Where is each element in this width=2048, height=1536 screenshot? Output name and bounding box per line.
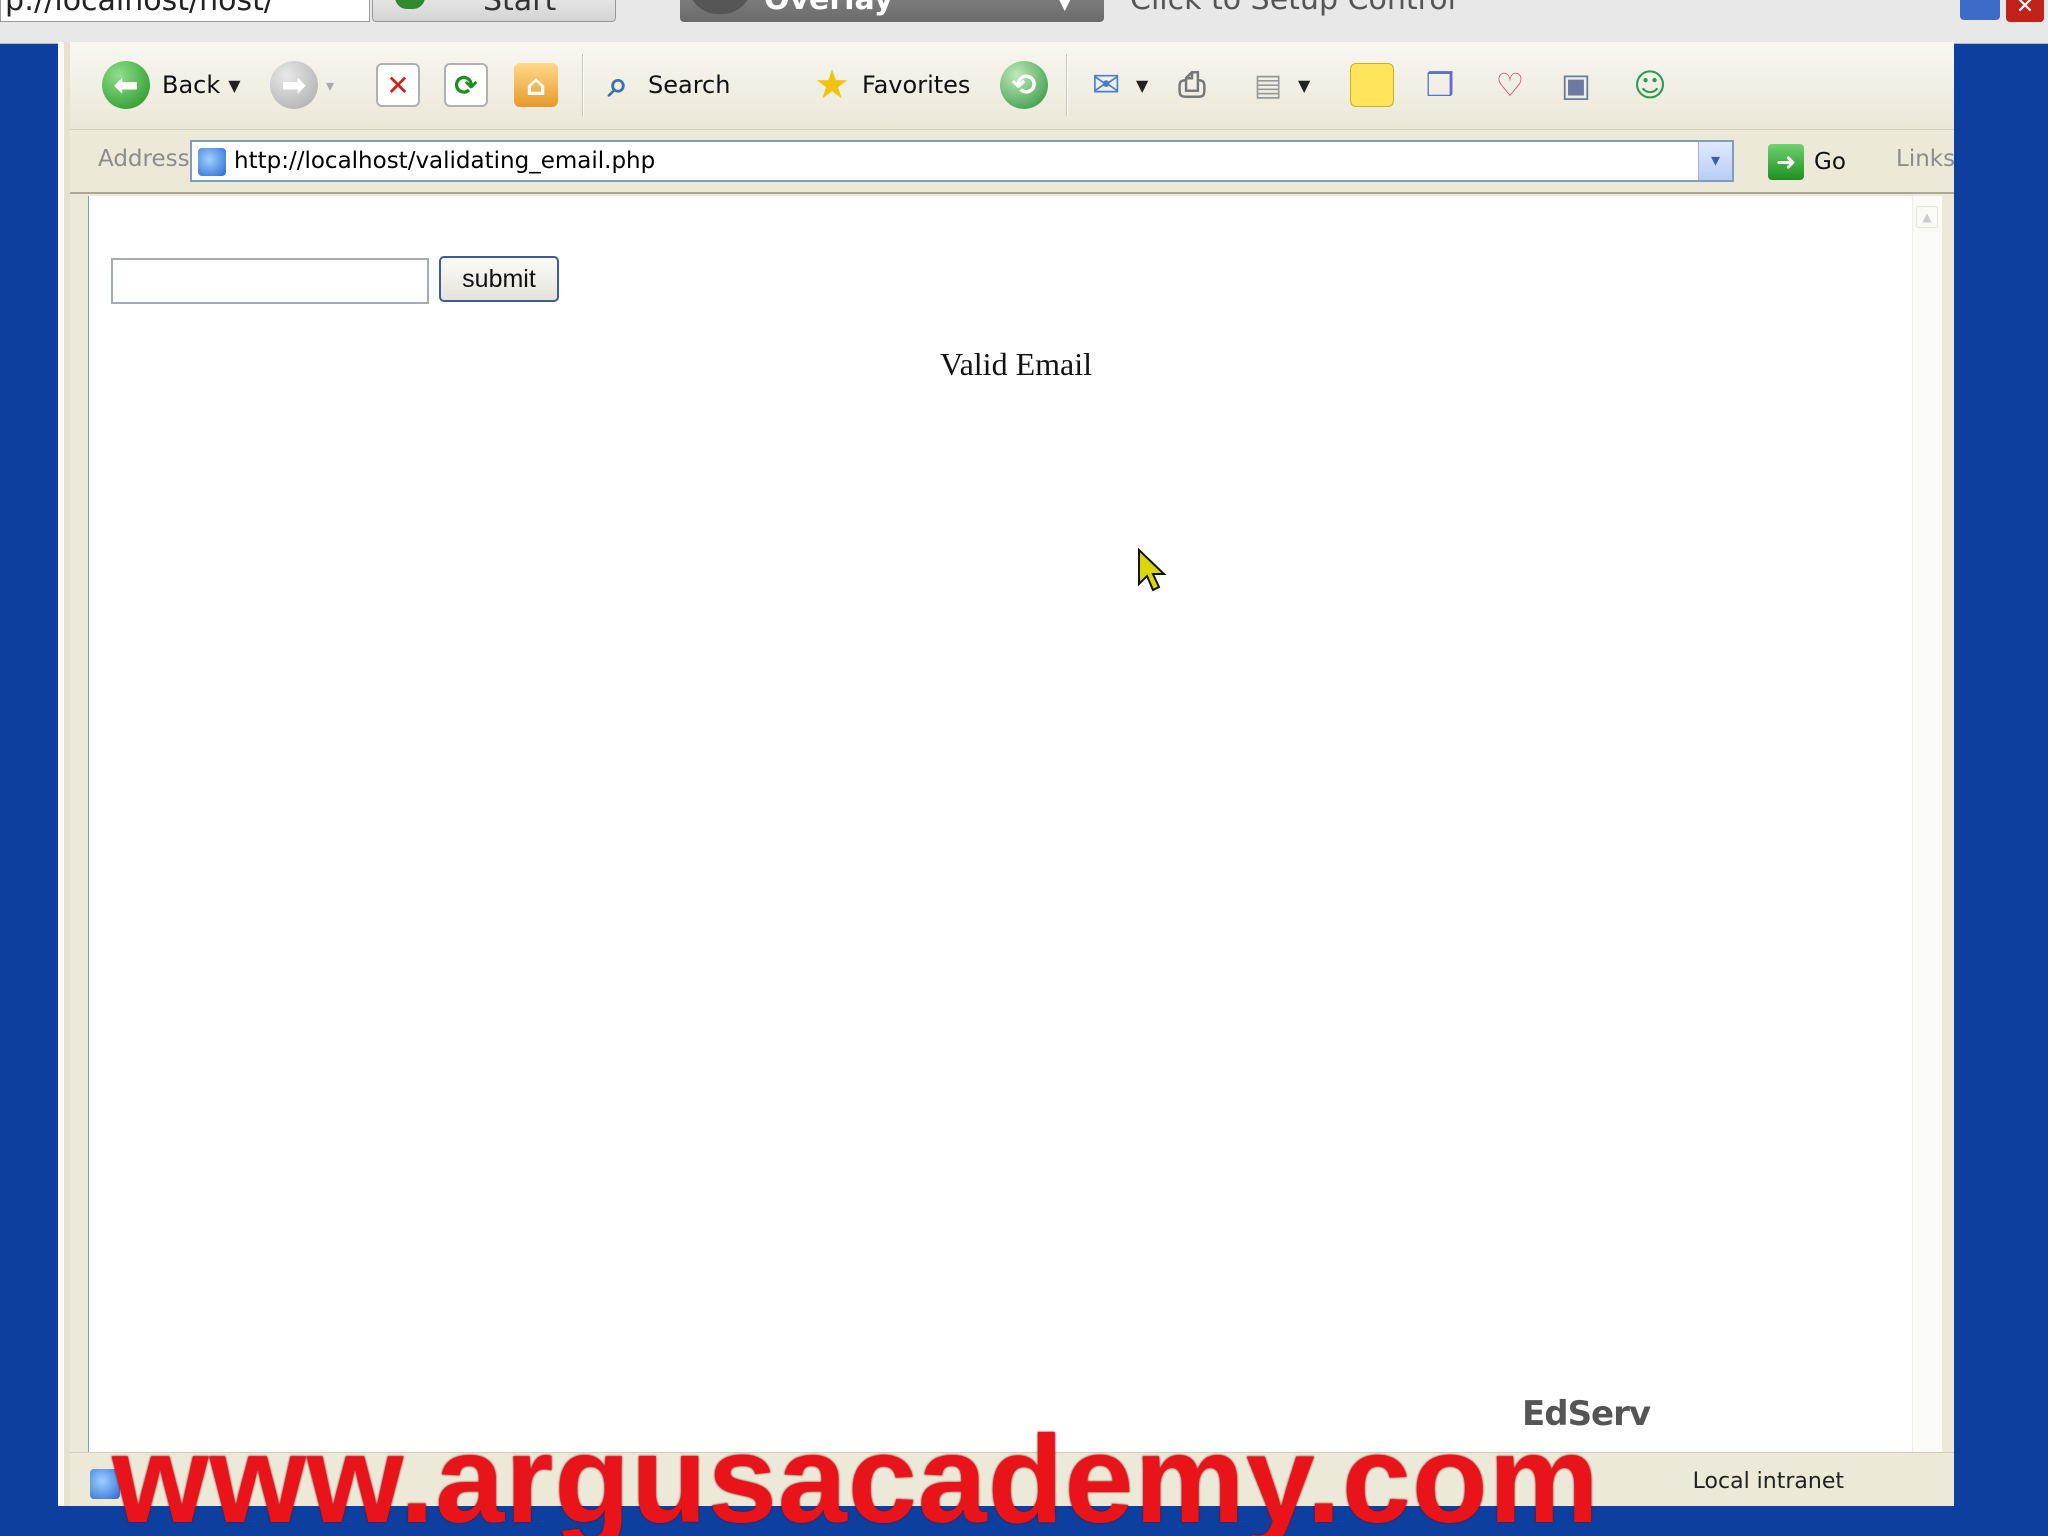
- go-button[interactable]: ➜ Go: [1768, 142, 1846, 182]
- email-field[interactable]: [111, 258, 429, 304]
- record-icon: [395, 0, 425, 9]
- star-icon: ★: [814, 62, 850, 108]
- home-icon: ⌂: [514, 63, 558, 107]
- close-button[interactable]: ✕: [2006, 0, 2044, 22]
- search-icon: ⌕: [607, 64, 629, 105]
- go-arrow-icon: ➜: [1768, 144, 1804, 180]
- address-label: Address: [98, 146, 190, 172]
- watermark-url: www.argusacademy.com: [112, 1411, 1600, 1536]
- history-button[interactable]: ⟲: [1000, 56, 1048, 114]
- browser-toolbar: ⬅ Back ▼ ➡ ▾ ✕ ⟳ ⌂ ⌕ Search ★ Favorites …: [70, 42, 1954, 130]
- research-icon: ❒: [1425, 66, 1455, 104]
- toolbar-separator: [1066, 54, 1068, 116]
- mail-dropdown-icon[interactable]: ▼: [1136, 76, 1148, 95]
- back-button[interactable]: ⬅ Back ▼: [102, 56, 241, 114]
- edit-icon: ▤: [1253, 67, 1283, 103]
- links-button[interactable]: Links: [1896, 146, 1955, 172]
- validation-result: Valid Email: [940, 346, 1092, 382]
- favorites-label: Favorites: [862, 71, 971, 99]
- edit-dropdown-icon[interactable]: ▼: [1298, 76, 1310, 95]
- print-button[interactable]: ⎙: [1170, 56, 1214, 114]
- forward-button[interactable]: ➡ ▾: [270, 56, 334, 114]
- back-arrow-icon: ⬅: [102, 61, 150, 109]
- page-content: submit Valid Email ▲: [88, 196, 1942, 1496]
- people-icon: ☺: [1633, 66, 1667, 104]
- note-icon: [1350, 63, 1394, 107]
- notes-button[interactable]: [1350, 56, 1394, 114]
- go-label: Go: [1814, 149, 1846, 175]
- minimize-button[interactable]: [1960, 0, 2000, 20]
- recorder-toolbar: p://localhost/host/ Start Overlay ▼ Clic…: [0, 0, 2048, 44]
- submit-button[interactable]: submit: [439, 256, 559, 302]
- favorites-button[interactable]: ★ Favorites: [810, 56, 970, 114]
- mail-button[interactable]: ✉ ▼: [1084, 56, 1149, 114]
- media-button[interactable]: ▣: [1554, 56, 1598, 114]
- address-url: http://localhost/validating_email.php: [234, 148, 656, 174]
- mouse-cursor-icon: [1138, 548, 1167, 592]
- address-dropdown-icon[interactable]: ▾: [1698, 142, 1732, 180]
- forward-dropdown-icon[interactable]: ▾: [326, 76, 334, 95]
- contacts-button[interactable]: ☺: [1628, 56, 1672, 114]
- search-label: Search: [648, 71, 731, 99]
- stop-button[interactable]: ✕: [376, 56, 420, 114]
- stop-icon: ✕: [376, 63, 420, 107]
- print-icon: ⎙: [1178, 65, 1206, 105]
- heart-icon: ♡: [1495, 66, 1525, 104]
- browser-window: ⬅ Back ▼ ➡ ▾ ✕ ⟳ ⌂ ⌕ Search ★ Favorites …: [64, 42, 1955, 1506]
- forward-arrow-icon: ➡: [270, 61, 318, 109]
- overlay-icon: [688, 0, 752, 14]
- messenger-button[interactable]: ♡: [1488, 56, 1532, 114]
- back-label: Back: [162, 71, 221, 99]
- scroll-up-icon[interactable]: ▲: [1916, 206, 1938, 228]
- setup-control-link[interactable]: Click to Setup Control: [1130, 0, 1456, 22]
- vertical-scrollbar[interactable]: ▲: [1912, 196, 1942, 1496]
- search-button[interactable]: ⌕ Search: [596, 56, 731, 114]
- media-icon: ▣: [1560, 66, 1592, 104]
- page-icon: [198, 148, 226, 176]
- toolbar-separator: [582, 54, 584, 116]
- research-button[interactable]: ❒: [1418, 56, 1462, 114]
- home-button[interactable]: ⌂: [514, 56, 558, 114]
- address-field[interactable]: http://localhost/validating_email.php ▾: [190, 140, 1734, 182]
- history-icon: ⟲: [1000, 61, 1048, 109]
- refresh-button[interactable]: ⟳: [444, 56, 488, 114]
- recorder-url-field[interactable]: p://localhost/host/: [0, 0, 370, 22]
- mail-icon: ✉: [1091, 65, 1121, 105]
- recorder-overlay-label: Overlay: [764, 0, 893, 17]
- recorder-start-button[interactable]: Start: [372, 0, 616, 22]
- chevron-down-icon: ▼: [1055, 0, 1074, 14]
- edit-button[interactable]: ▤ ▼: [1246, 56, 1311, 114]
- refresh-icon: ⟳: [444, 63, 488, 107]
- recorder-overlay-button[interactable]: Overlay ▼: [680, 0, 1104, 22]
- back-dropdown-icon[interactable]: ▼: [228, 76, 240, 95]
- address-bar: Address http://localhost/validating_emai…: [70, 130, 1955, 194]
- recorder-start-label: Start: [483, 0, 557, 18]
